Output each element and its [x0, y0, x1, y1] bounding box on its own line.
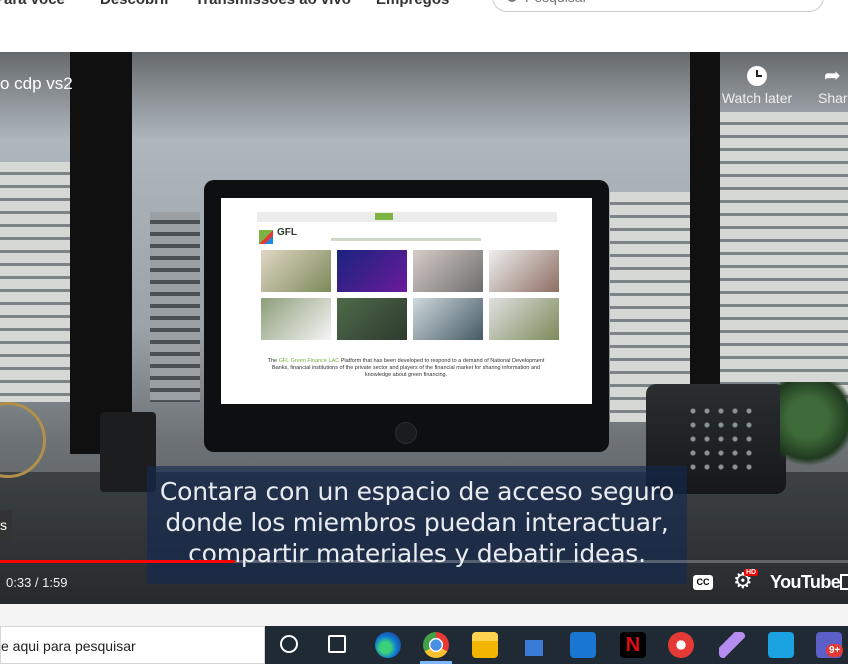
site-brand: GFL — [277, 227, 297, 238]
building — [0, 162, 70, 402]
site-topbar — [257, 212, 557, 222]
watch-later-button[interactable]: Watch later — [721, 66, 793, 106]
video-player[interactable]: GFL The GFL Green Finance LAC Platform t… — [0, 52, 848, 604]
tile-newsletters — [489, 250, 559, 292]
tile-publications — [337, 298, 407, 340]
building — [720, 112, 848, 412]
tile-videos — [413, 298, 483, 340]
fullscreen-icon[interactable] — [840, 574, 848, 590]
file-explorer-icon[interactable] — [472, 632, 498, 658]
tile-blog — [261, 250, 331, 292]
site-search-button — [375, 213, 393, 220]
watch-later-label: Watch later — [721, 90, 793, 106]
subtitle-line: Contara con un espacio de acceso seguro — [159, 477, 675, 506]
edge-icon[interactable] — [375, 632, 401, 658]
top-nav: Para você Descobrir Transmissões ao vivo… — [0, 0, 848, 52]
tile-tools — [413, 250, 483, 292]
search-icon — [507, 0, 517, 2]
feather-app-icon[interactable] — [719, 632, 745, 658]
netflix-icon[interactable]: N — [620, 632, 646, 658]
subtitle-line: compartir materiales y debatir ideas. — [188, 539, 646, 568]
globe-decoration — [0, 402, 46, 478]
share-arrow-icon: ➦ — [824, 65, 841, 87]
mail-icon[interactable] — [570, 632, 596, 658]
search-input[interactable] — [525, 0, 805, 7]
monitor: GFL The GFL Green Finance LAC Platform t… — [204, 180, 609, 452]
plant — [780, 382, 848, 472]
clock-icon — [747, 66, 767, 86]
tile-cdp — [261, 298, 331, 340]
search-box[interactable] — [492, 0, 824, 12]
cortana-icon[interactable] — [280, 635, 298, 653]
time-display: 0:33 / 1:59 — [6, 575, 68, 590]
captions-icon[interactable]: CC — [693, 575, 713, 590]
hd-badge: HD — [744, 569, 759, 576]
nav-item-transmissoes[interactable]: Transmissões ao vivo — [195, 0, 351, 8]
window-frame — [70, 52, 132, 454]
store-icon[interactable] — [521, 632, 547, 658]
page-gap — [0, 604, 848, 626]
taskbar-search[interactable]: e aqui para pesquisar — [0, 626, 265, 664]
nav-item-para-voce[interactable]: Para você — [0, 0, 65, 8]
notification-badge: 9+ — [826, 644, 844, 657]
building — [150, 212, 200, 402]
monitor-button — [395, 422, 417, 444]
teal-app-icon[interactable] — [768, 632, 794, 658]
red-app-icon[interactable] — [668, 632, 694, 658]
nav-item-empregos[interactable]: Empregos — [376, 0, 449, 8]
youtube-logo[interactable]: YouTube — [770, 572, 841, 593]
embedded-website: GFL The GFL Green Finance LAC Platform t… — [221, 198, 592, 404]
gfl-logo-icon — [259, 230, 273, 244]
chapter-badge[interactable]: s — [0, 510, 12, 540]
progress-bar[interactable] — [0, 560, 848, 563]
platform-description: The GFL Green Finance LAC Platform that … — [267, 358, 545, 378]
subtitles: Contara con un espacio de acceso seguro … — [147, 466, 687, 584]
taskbar-search-text: e aqui para pesquisar — [1, 638, 136, 654]
nav-item-descobrir[interactable]: Descobrir — [100, 0, 170, 8]
video-title[interactable]: o cdp vs2 — [0, 74, 73, 94]
tile-webinars — [489, 298, 559, 340]
taskbar: e aqui para pesquisar N 9+ — [0, 626, 848, 664]
phone-keypad — [686, 404, 756, 474]
subtitle-line: donde los miembros puedan interactuar, — [165, 508, 669, 537]
share-button[interactable]: ➦ Share — [818, 66, 848, 106]
task-view-icon[interactable] — [328, 635, 346, 653]
site-nav — [331, 238, 481, 241]
share-label: Share — [818, 90, 848, 106]
tile-events — [337, 250, 407, 292]
chrome-icon[interactable] — [423, 632, 449, 658]
progress-played — [0, 560, 235, 563]
